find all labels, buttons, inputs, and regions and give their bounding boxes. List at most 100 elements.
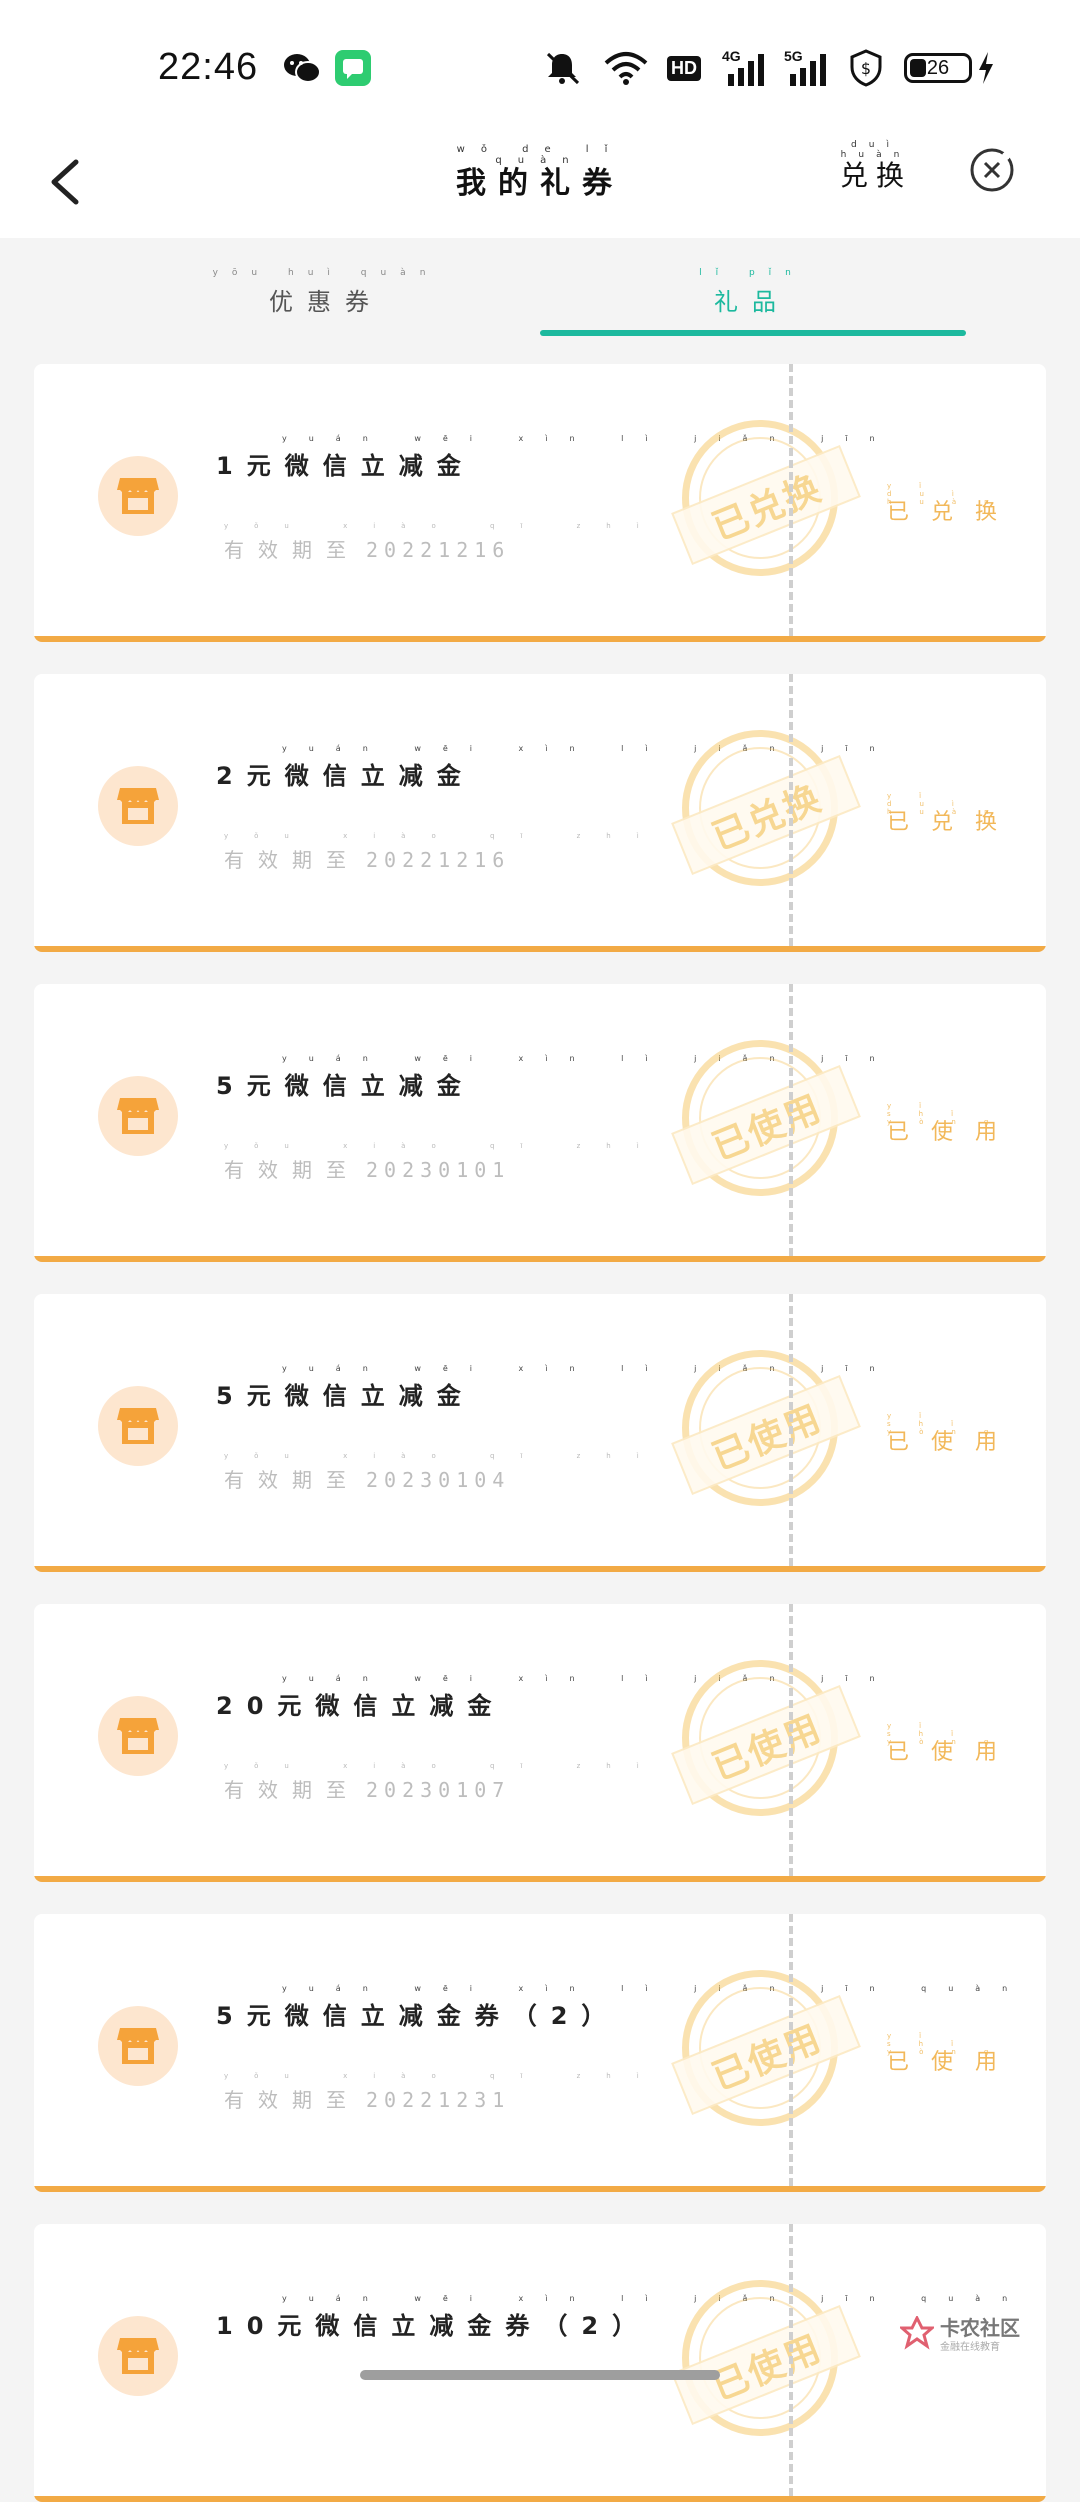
active-tab-indicator (540, 330, 966, 336)
stamp-text: 已使用 (706, 2017, 828, 2099)
status-text: 已使用 (887, 1430, 1020, 1455)
exchange-pinyin: duì huàn (840, 140, 912, 160)
charging-icon (976, 48, 996, 88)
status-text: 已兑换 (887, 500, 1020, 525)
validity-date: 20221216 (366, 538, 511, 562)
card-divider (789, 1914, 793, 2186)
validity-date: 20230107 (366, 1778, 511, 1802)
validity-date: 20221231 (366, 2088, 511, 2112)
card-divider (789, 674, 793, 946)
redeemed-stamp: 已兑换 (671, 730, 861, 886)
coupon-card[interactable]: yuán wēi xìn lì jiǎn jīn 5元微信立减金 yǒu xià… (34, 1294, 1046, 1572)
coupon-card[interactable]: yuán wēi xìn lì jiǎn jīn 1元微信立减金 yǒu xià… (34, 364, 1046, 642)
close-button[interactable] (968, 146, 1016, 194)
validity-label: 有效期至 (224, 848, 360, 872)
shop-icon (98, 1076, 178, 1156)
coupon-status: yǐ shǐ yòng 已使用 (887, 1102, 1046, 1146)
coupon-status: yǐ duì huàn 已兑换 (887, 482, 1046, 526)
hd-icon: HD (662, 48, 706, 88)
5g-label: 5G (784, 48, 803, 64)
app-bar: wǒ de lǐ quàn 我的礼券 duì huàn 兑换 (0, 130, 1080, 238)
redeemed-stamp: 已兑换 (671, 420, 861, 576)
watermark-name: 卡农社区 (940, 2316, 1020, 2340)
svg-text:$: $ (861, 59, 871, 78)
wechat-icon (282, 48, 322, 88)
coupon-card[interactable]: yuán wēi xìn lì jiǎn jīn 5元微信立减金 yǒu xià… (34, 984, 1046, 1262)
watermark-logo: 卡农社区 金融在线教育 (900, 2312, 1030, 2356)
card-divider (789, 2224, 793, 2496)
back-arrow-icon (51, 159, 79, 205)
validity-pinyin: yǒu xiào qī zhì (224, 1762, 665, 1770)
tab-coupons[interactable]: yōu huì quàn 优惠券 (186, 268, 466, 317)
stamp-text: 已使用 (706, 2327, 828, 2409)
back-button[interactable] (40, 142, 104, 222)
card-divider (789, 364, 793, 636)
kanong-logo-icon (900, 2316, 934, 2350)
page-title-pinyin: wǒ de lǐ quàn (456, 144, 624, 166)
coupon-title-pinyin: yuán wēi xìn lì jiǎn jīn quàn (282, 1984, 1030, 1993)
coupon-card[interactable]: yuán wēi xìn lì jiǎn jīn 2元微信立减金 yǒu xià… (34, 674, 1046, 952)
page-title-text: 我的礼券 (456, 166, 624, 201)
tab-label: 礼品 (714, 288, 790, 316)
stamp-text: 已使用 (706, 1087, 828, 1169)
page-title: wǒ de lǐ quàn 我的礼券 (440, 144, 640, 202)
coupon-card[interactable]: yuán wēi xìn lì jiǎn jīn 20元微信立减金 yǒu xi… (34, 1604, 1046, 1882)
used-stamp: 已使用 (671, 1970, 861, 2126)
coupon-status: yǐ duì huàn 已兑换 (887, 792, 1046, 836)
tab-gifts[interactable]: lǐ pǐn 礼品 (612, 268, 892, 317)
tab-label: 优惠券 (269, 288, 383, 316)
coupon-title-pinyin: yuán wēi xìn lì jiǎn jīn quàn (282, 2294, 1030, 2303)
tab-pinyin: lǐ pǐn (699, 268, 805, 278)
coupon-title-text: 5元微信立减金券（2） (216, 2002, 620, 2030)
wifi-icon (604, 48, 648, 88)
validity-pinyin: yǒu xiào qī zhì (224, 2072, 665, 2080)
validity-label: 有效期至 (224, 1778, 360, 1802)
used-stamp: 已使用 (671, 1660, 861, 1816)
battery-level: 26 (926, 56, 950, 79)
validity-date: 20221216 (366, 848, 511, 872)
tab-pinyin: yōu huì quàn (212, 268, 440, 278)
used-stamp: 已使用 (671, 1040, 861, 1196)
5g-signal-icon: 5G (784, 48, 834, 88)
coupon-card[interactable]: yuán wēi xìn lì jiǎn jīn quàn 10元微信立减金券（… (34, 2224, 1046, 2502)
card-divider (789, 984, 793, 1256)
exchange-label: 兑换 (839, 159, 912, 192)
coupon-validity: yǒu xiào qī zhì 有效期至 20221231 (224, 2072, 665, 2113)
status-pinyin: yǐ shǐ yòng (887, 1412, 1017, 1436)
validity-pinyin: yǒu xiào qī zhì (224, 832, 665, 840)
shop-icon (98, 1386, 178, 1466)
stamp-text: 已兑换 (706, 777, 828, 859)
used-stamp: 已使用 (671, 2280, 861, 2436)
validity-date: 20230101 (366, 1158, 511, 1182)
validity-label: 有效期至 (224, 2088, 360, 2112)
shop-icon (98, 456, 178, 536)
hd-label: HD (667, 55, 701, 81)
stamp-text: 已使用 (706, 1397, 828, 1479)
coupon-validity: yǒu xiào qī zhì 有效期至 20221216 (224, 832, 665, 873)
close-circle-icon (970, 148, 1014, 192)
stamp-text: 已使用 (706, 1707, 828, 1789)
home-indicator[interactable] (360, 2370, 720, 2380)
coupon-validity: yǒu xiào qī zhì 有效期至 20230107 (224, 1762, 665, 1803)
watermark-subtitle: 金融在线教育 (940, 2342, 1000, 2353)
validity-label: 有效期至 (224, 1468, 360, 1492)
coupon-validity: yǒu xiào qī zhì 有效期至 20230104 (224, 1452, 665, 1493)
validity-label: 有效期至 (224, 538, 360, 562)
status-pinyin: yǐ duì huàn (887, 482, 1017, 506)
used-stamp: 已使用 (671, 1350, 861, 1506)
shield-dollar-icon: $ (848, 48, 884, 88)
coupon-validity: yǒu xiào qī zhì 有效期至 20221216 (224, 522, 665, 563)
status-pinyin: yǐ shǐ yòng (887, 1102, 1017, 1126)
status-pinyin: yǐ shǐ yòng (887, 1722, 1017, 1746)
status-text: 已使用 (887, 2050, 1020, 2075)
validity-pinyin: yǒu xiào qī zhì (224, 1142, 665, 1150)
stamp-text: 已兑换 (706, 467, 828, 549)
coupon-card[interactable]: yuán wēi xìn lì jiǎn jīn quàn 5元微信立减金券（2… (34, 1914, 1046, 2192)
validity-label: 有效期至 (224, 1158, 360, 1182)
shop-icon (98, 2006, 178, 2086)
exchange-button[interactable]: duì huàn 兑换 (836, 140, 916, 194)
coupon-validity: yǒu xiào qī zhì 有效期至 20230101 (224, 1142, 665, 1183)
card-divider (789, 1294, 793, 1566)
status-pinyin: yǐ duì huàn (887, 792, 1017, 816)
status-text: 已兑换 (887, 810, 1020, 835)
